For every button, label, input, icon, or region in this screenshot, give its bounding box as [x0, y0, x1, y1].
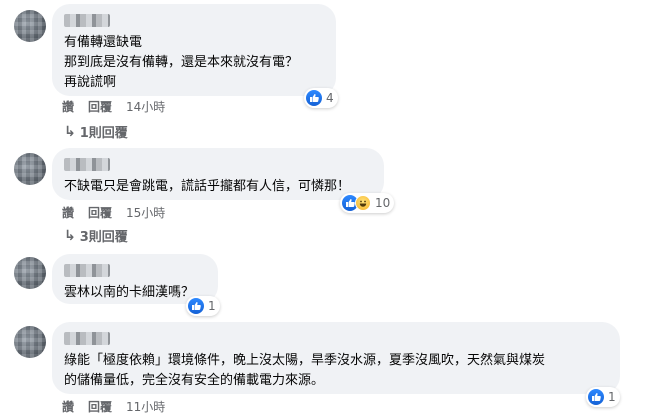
avatar[interactable]: [14, 10, 46, 42]
reaction-count: 1: [608, 390, 616, 404]
timestamp[interactable]: 14小時: [126, 98, 165, 115]
author-name-redacted[interactable]: [64, 158, 110, 171]
like-button[interactable]: 讚: [62, 98, 74, 115]
reply-button[interactable]: 回覆: [88, 98, 112, 115]
author-name-redacted[interactable]: [64, 14, 110, 27]
timestamp[interactable]: 15小時: [126, 204, 165, 221]
reply-arrow-icon: ↳: [64, 227, 76, 244]
author-name-redacted[interactable]: [64, 264, 110, 277]
comment-bubble: 不缺電只是會跳電，謊話乎攏都有人信，可憐那！: [52, 148, 384, 200]
comment-bubble: 綠能「極度依賴」環境條件，晚上沒太陽，旱季沒水源，夏季沒風吹，天然氣與煤炭 的儲…: [52, 322, 620, 394]
like-icon: [588, 389, 604, 405]
comment-text: 有備轉還缺電 那到底是沒有備轉，還是本來就沒有電？ 再說謊啊: [64, 35, 299, 90]
reaction-count: 10: [375, 196, 391, 210]
reaction-summary[interactable]: 1: [586, 387, 620, 407]
comment-actions: 讚 回覆 14小時: [62, 98, 165, 115]
reply-button[interactable]: 回覆: [88, 204, 112, 221]
view-replies-label: 3則回覆: [79, 230, 128, 245]
reaction-summary[interactable]: 10: [340, 193, 395, 213]
reaction-summary[interactable]: 1: [186, 296, 220, 316]
reaction-count: 4: [326, 91, 334, 105]
like-icon: [188, 298, 204, 314]
avatar[interactable]: [14, 257, 46, 289]
comment-text: 綠能「極度依賴」環境條件，晚上沒太陽，旱季沒水源，夏季沒風吹，天然氣與煤炭 的儲…: [64, 353, 546, 388]
view-replies-label: 1則回覆: [79, 126, 128, 141]
avatar[interactable]: [14, 153, 46, 185]
reaction-summary[interactable]: 4: [304, 88, 338, 108]
like-button[interactable]: 讚: [62, 398, 74, 415]
view-replies-button[interactable]: ↳ 1則回覆: [64, 122, 128, 142]
reply-button[interactable]: 回覆: [88, 398, 112, 415]
reply-arrow-icon: ↳: [64, 123, 76, 140]
avatar[interactable]: [14, 326, 46, 358]
comment-text: 不缺電只是會跳電，謊話乎攏都有人信，可憐那！: [64, 179, 351, 194]
like-button[interactable]: 讚: [62, 204, 74, 221]
comment-actions: 讚 回覆 11小時: [62, 398, 165, 415]
view-replies-button[interactable]: ↳ 3則回覆: [64, 226, 128, 246]
timestamp[interactable]: 11小時: [126, 398, 165, 415]
like-icon: [306, 90, 322, 106]
reaction-count: 1: [208, 299, 216, 313]
comment-text: 雲林以南的卡細漢嗎？: [64, 285, 195, 300]
haha-icon: [355, 195, 371, 211]
author-name-redacted[interactable]: [64, 332, 110, 345]
comment-actions: 讚 回覆 15小時: [62, 204, 165, 221]
comment-bubble: 有備轉還缺電 那到底是沒有備轉，還是本來就沒有電？ 再說謊啊: [52, 4, 336, 96]
